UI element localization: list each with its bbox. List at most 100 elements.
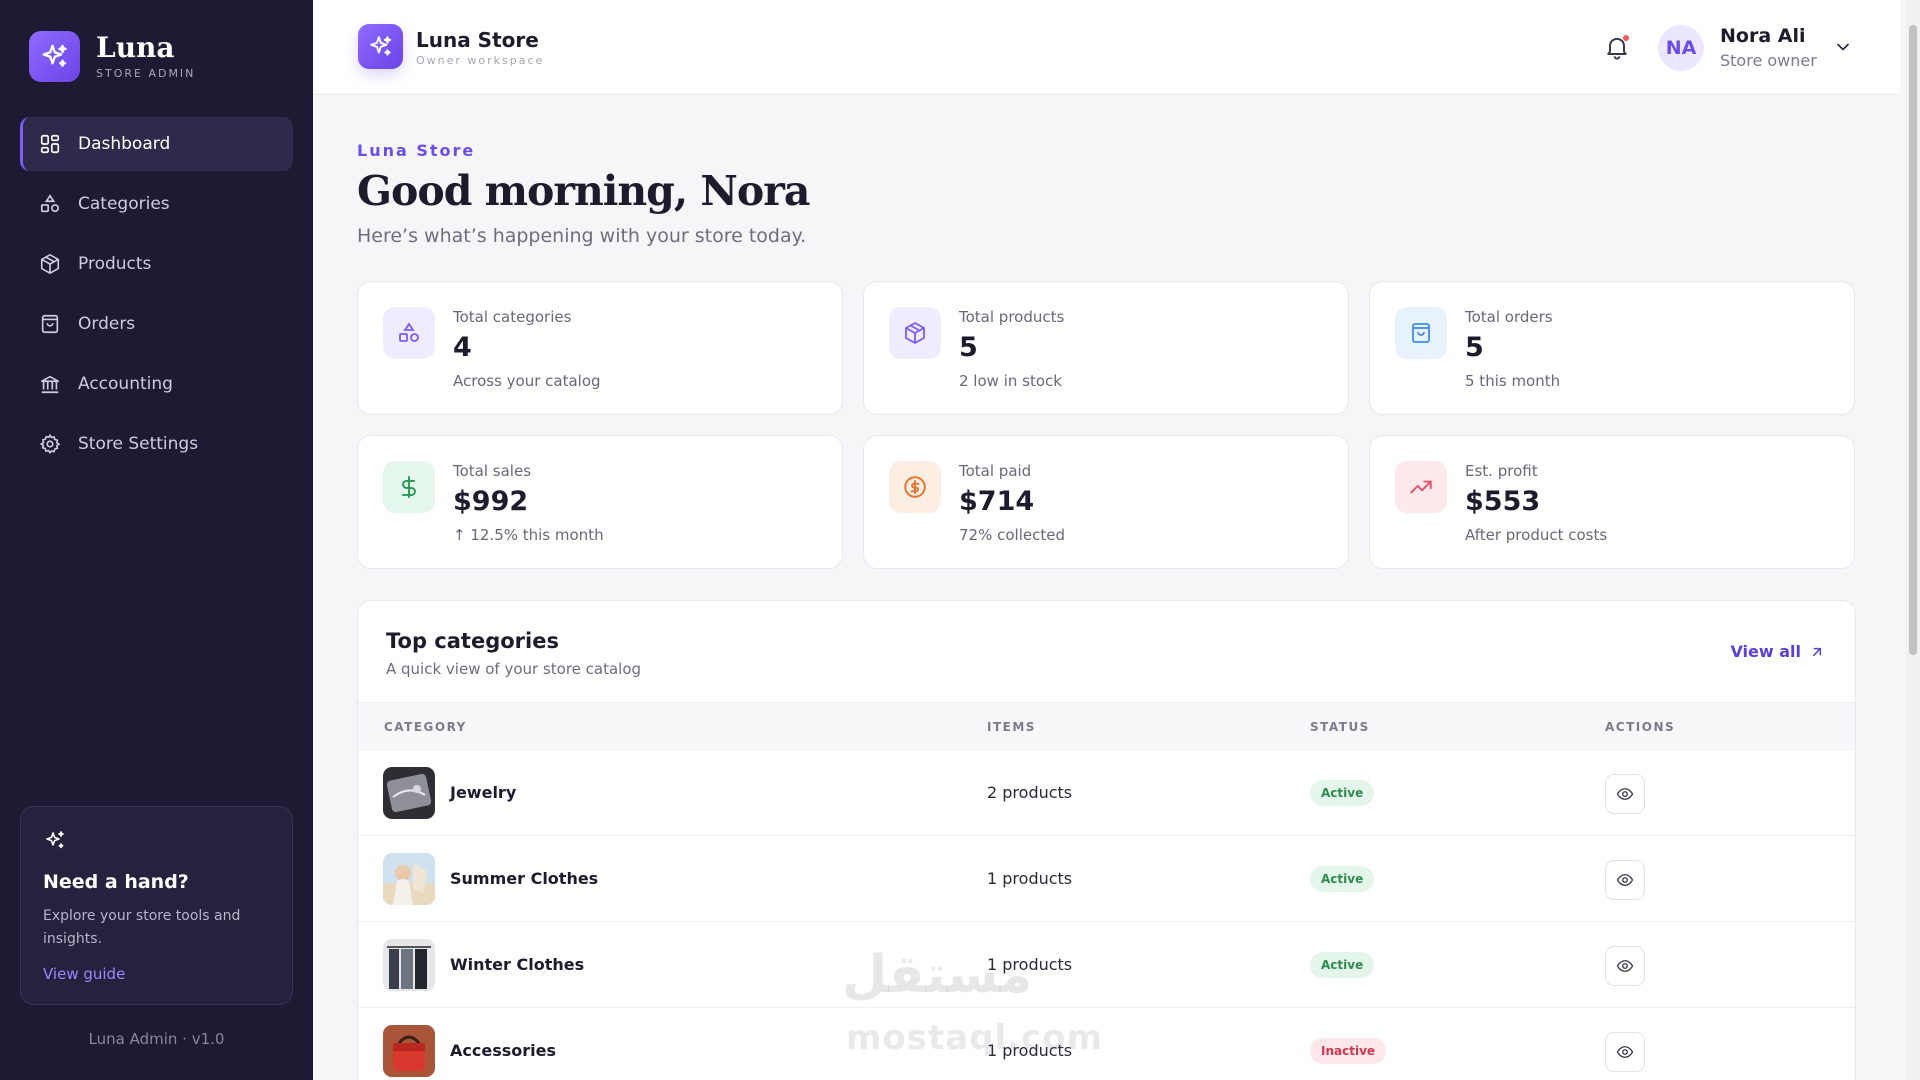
store-sparkle-icon[interactable] [358, 24, 403, 69]
sidebar-item-products[interactable]: Products [20, 237, 293, 291]
stat-label: Est. profit [1465, 462, 1538, 480]
stat-card-total-paid: Total paid $714 72% collected [863, 435, 1349, 569]
sidebar-nav: Dashboard Categories Products Orders Acc… [20, 117, 293, 477]
stat-card-total-categories: Total categories 4 Across your catalog [357, 281, 843, 415]
category-name: Jewelry [450, 783, 517, 802]
category-name: Summer Clothes [450, 869, 599, 888]
stat-label: Total paid [959, 462, 1032, 480]
sidebar-item-label: Categories [78, 194, 170, 214]
stat-note: 5 this month [1465, 372, 1561, 390]
help-text: Explore your store tools and insights. [43, 908, 241, 947]
stat-card-total-sales: Total sales $992 ↑ 12.5% this month [357, 435, 843, 569]
table-row: Summer Clothes 1 products Active [358, 836, 1855, 922]
view-button[interactable] [1605, 774, 1645, 814]
stat-note: Across your catalog [453, 372, 601, 390]
brand-subtitle: STORE ADMIN [96, 66, 196, 80]
box-icon [38, 252, 62, 276]
table-row: Jewelry 2 products Active [358, 750, 1855, 836]
dashboard-grid-icon [38, 132, 62, 156]
category-items: 1 products [987, 869, 1073, 888]
column-header: CATEGORY [384, 720, 467, 734]
page-subtitle: Here’s what’s happening with your store … [357, 225, 807, 247]
shapes-icon [383, 307, 435, 359]
stat-value: 5 [1465, 332, 1484, 363]
view-button[interactable] [1605, 946, 1645, 986]
sidebar-item-label: Orders [78, 314, 136, 334]
trend-up-icon [1395, 461, 1447, 513]
sparkle-logo-icon [29, 31, 80, 82]
sidebar-item-categories[interactable]: Categories [20, 177, 293, 231]
stat-note: After product costs [1465, 526, 1608, 544]
category-items: 2 products [987, 783, 1073, 802]
notification-dot [1623, 35, 1629, 41]
help-title: Need a hand? [43, 871, 189, 893]
status-badge: Active [1310, 866, 1375, 892]
view-all-link[interactable]: View all [1730, 642, 1825, 661]
stat-card-total-orders: Total orders 5 5 this month [1369, 281, 1855, 415]
stat-note: 72% collected [959, 526, 1065, 544]
stat-value: 4 [453, 332, 472, 363]
brand-name: Luna [96, 30, 175, 64]
stat-label: Total categories [453, 308, 572, 326]
watermark: مستقل [842, 945, 1033, 1005]
column-header: ACTIONS [1605, 720, 1676, 734]
sidebar-item-label: Accounting [78, 374, 173, 394]
chevron-down-icon[interactable] [1833, 37, 1853, 57]
view-guide-link[interactable]: View guide [43, 965, 125, 983]
status-badge: Active [1310, 780, 1375, 806]
arrow-up-right-icon [1812, 647, 1822, 656]
bank-icon [38, 372, 62, 396]
stat-note: ↑ 12.5% this month [453, 526, 604, 544]
shopping-bag-icon [38, 312, 62, 336]
user-role: Store owner [1720, 51, 1817, 70]
dollar-icon [383, 461, 435, 513]
box-icon [889, 307, 941, 359]
sparkle-icon [43, 831, 67, 857]
topbar: Luna Store Owner workspace NA Nora Ali S… [313, 0, 1900, 95]
user-name[interactable]: Nora Ali [1720, 25, 1806, 47]
status-badge: Active [1310, 952, 1375, 978]
category-name: Winter Clothes [450, 955, 585, 974]
shapes-icon [38, 192, 62, 216]
section-subtitle: A quick view of your store catalog [386, 660, 642, 678]
stat-card-total-products: Total products 5 2 low in stock [863, 281, 1349, 415]
brand[interactable]: Luna STORE ADMIN [29, 31, 195, 82]
table-row: Winter Clothes 1 products Active [358, 922, 1855, 1008]
shopping-bag-icon [1395, 307, 1447, 359]
category-thumbnail [383, 1025, 435, 1077]
top-categories-card: Top categories A quick view of your stor… [357, 600, 1856, 1080]
view-button[interactable] [1605, 860, 1645, 900]
sidebar-item-dashboard[interactable]: Dashboard [20, 117, 293, 171]
stat-note: 2 low in stock [959, 372, 1062, 390]
eye-icon [1616, 788, 1634, 800]
page-title: Good morning, Nora [357, 167, 810, 215]
eye-icon [1616, 874, 1634, 886]
stat-label: Total orders [1465, 308, 1553, 326]
sidebar-item-accounting[interactable]: Accounting [20, 357, 293, 411]
scrollbar-thumb[interactable] [1909, 25, 1917, 655]
stat-value: 5 [959, 332, 978, 363]
notification-bell-icon[interactable] [1603, 33, 1631, 61]
sidebar-item-store-settings[interactable]: Store Settings [20, 417, 293, 471]
table-header: CATEGORY ITEMS STATUS ACTIONS [358, 702, 1855, 750]
stat-card-est-profit: Est. profit $553 After product costs [1369, 435, 1855, 569]
status-badge: Inactive [1310, 1038, 1387, 1064]
column-header: STATUS [1310, 720, 1370, 734]
category-thumbnail [383, 767, 435, 819]
eye-icon [1616, 960, 1634, 972]
section-title: Top categories [386, 629, 559, 653]
help-card: Need a hand? Explore your store tools an… [20, 806, 293, 1005]
stat-value: $553 [1465, 486, 1541, 517]
scrollbar[interactable] [1906, 0, 1920, 1080]
avatar[interactable]: NA [1658, 25, 1704, 71]
category-thumbnail [383, 939, 435, 991]
coin-icon [889, 461, 941, 513]
view-button[interactable] [1605, 1032, 1645, 1072]
column-header: ITEMS [987, 720, 1036, 734]
view-all-label: View all [1730, 642, 1801, 661]
table-row: Accessories 1 products Inactive [358, 1008, 1855, 1080]
store-name: Luna Store [416, 28, 539, 52]
stat-label: Total products [959, 308, 1065, 326]
store-eyebrow: Luna Store [357, 141, 476, 160]
sidebar-item-orders[interactable]: Orders [20, 297, 293, 351]
